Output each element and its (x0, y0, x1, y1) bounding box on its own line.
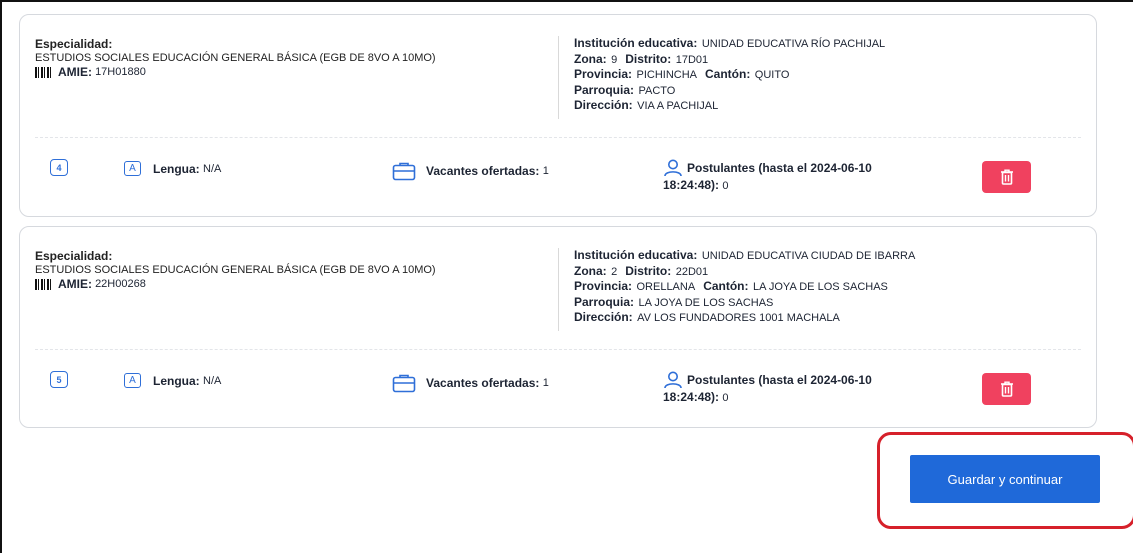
postulantes-label: Postulantes (hasta el 2024-06-10 (687, 373, 872, 387)
institution-section: Institución educativa: UNIDAD EDUCATIVA … (558, 36, 1078, 119)
lengua-label: Lengua: (153, 161, 200, 176)
barcode-icon (35, 278, 53, 290)
zona-value: 9 (611, 53, 618, 66)
language-icon: A (124, 373, 141, 388)
specialty-section: Especialidad: ESTUDIOS SOCIALES EDUCACIÓ… (35, 249, 555, 291)
parroquia-value: LA JOYA DE LOS SACHAS (638, 296, 774, 309)
parroquia-label: Parroquia: (574, 294, 635, 309)
card-divider (35, 137, 1081, 138)
vacancy-summary-row: 5 A Lengua: N/A Vacantes ofertadas: 1 Po… (20, 361, 1096, 411)
specialty-section: Especialidad: ESTUDIOS SOCIALES EDUCACIÓ… (35, 37, 555, 79)
direccion-label: Dirección: (574, 98, 633, 112)
delete-button[interactable] (982, 373, 1031, 405)
canton-value: QUITO (754, 69, 790, 81)
parroquia-label: Parroquia: (574, 82, 635, 97)
amie-value: 22H00268 (95, 278, 146, 290)
vacantes-label: Vacantes ofertadas: (426, 164, 540, 178)
lengua-label: Lengua: (153, 373, 200, 388)
vacantes-field: Vacantes ofertadas: 1 (392, 161, 549, 181)
zona-value: 2 (611, 265, 618, 278)
vacancy-number-badge: 4 (50, 159, 68, 176)
canton-value: LA JOYA DE LOS SACHAS (752, 281, 888, 293)
card-divider (35, 349, 1081, 350)
zona-label: Zona: (574, 51, 607, 66)
lengua-field: A Lengua: N/A (124, 373, 221, 388)
amie-line: AMIE: 22H00268 (35, 277, 555, 291)
vacancy-card: Especialidad: ESTUDIOS SOCIALES EDUCACIÓ… (19, 226, 1097, 428)
trash-icon (1000, 169, 1013, 185)
save-continue-button[interactable]: Guardar y continuar (910, 455, 1100, 503)
institucion-value: UNIDAD EDUCATIVA CIUDAD DE IBARRA (701, 250, 916, 262)
direccion-value: AV LOS FUNDADORES 1001 MACHALA (637, 312, 840, 324)
institucion-value: UNIDAD EDUCATIVA RÍO PACHIJAL (701, 38, 886, 50)
user-icon (664, 371, 682, 389)
postulantes-label-2: 18:24:48): (663, 178, 720, 192)
lengua-value: N/A (203, 374, 222, 387)
postulantes-label: Postulantes (hasta el 2024-06-10 (687, 161, 872, 175)
distrito-label: Distrito: (625, 263, 672, 278)
amie-label: AMIE: (58, 65, 92, 79)
postulantes-value: 0 (722, 180, 729, 192)
direccion-label: Dirección: (574, 310, 633, 324)
amie-value: 17H01880 (95, 66, 146, 78)
delete-button[interactable] (982, 161, 1031, 193)
vacantes-field: Vacantes ofertadas: 1 (392, 373, 549, 393)
postulantes-field: Postulantes (hasta el 2024-06-10 18:24:4… (663, 371, 923, 406)
especialidad-value: ESTUDIOS SOCIALES EDUCACIÓN GENERAL BÁSI… (35, 264, 436, 276)
institucion-label: Institución educativa: (574, 248, 698, 262)
user-icon (664, 159, 682, 177)
vacantes-value: 1 (542, 377, 549, 389)
direccion-value: VIA A PACHIJAL (637, 100, 719, 112)
especialidad-value: ESTUDIOS SOCIALES EDUCACIÓN GENERAL BÁSI… (35, 52, 436, 64)
especialidad-label: Especialidad: (35, 249, 113, 263)
amie-line: AMIE: 17H01880 (35, 65, 555, 79)
lengua-field: A Lengua: N/A (124, 161, 221, 176)
institucion-label: Institución educativa: (574, 36, 698, 50)
briefcase-icon (392, 162, 416, 181)
postulantes-label-2: 18:24:48): (663, 390, 720, 404)
vacancy-number-badge: 5 (50, 371, 68, 388)
distrito-value: 22D01 (675, 265, 709, 278)
vacancy-card: Especialidad: ESTUDIOS SOCIALES EDUCACIÓ… (19, 14, 1097, 217)
postulantes-field: Postulantes (hasta el 2024-06-10 18:24:4… (663, 159, 923, 194)
institution-section: Institución educativa: UNIDAD EDUCATIVA … (558, 248, 1078, 331)
canton-label: Cantón: (703, 279, 749, 293)
provincia-label: Provincia: (574, 279, 633, 293)
postulantes-value: 0 (722, 392, 729, 404)
parroquia-value: PACTO (638, 84, 676, 97)
provincia-value: PICHINCHA (636, 69, 697, 81)
vacantes-value: 1 (542, 165, 549, 177)
zona-label: Zona: (574, 263, 607, 278)
distrito-value: 17D01 (675, 53, 709, 66)
vacancy-summary-row: 4 A Lengua: N/A Vacantes ofertadas: 1 Po… (20, 149, 1096, 199)
amie-label: AMIE: (58, 277, 92, 291)
trash-icon (1000, 381, 1013, 397)
provincia-value: ORELLANA (636, 281, 696, 293)
especialidad-label: Especialidad: (35, 37, 113, 51)
provincia-label: Provincia: (574, 67, 633, 81)
distrito-label: Distrito: (625, 51, 672, 66)
lengua-value: N/A (203, 162, 222, 175)
canton-label: Cantón: (705, 67, 751, 81)
briefcase-icon (392, 374, 416, 393)
barcode-icon (35, 66, 53, 78)
language-icon: A (124, 161, 141, 176)
vacantes-label: Vacantes ofertadas: (426, 376, 540, 390)
